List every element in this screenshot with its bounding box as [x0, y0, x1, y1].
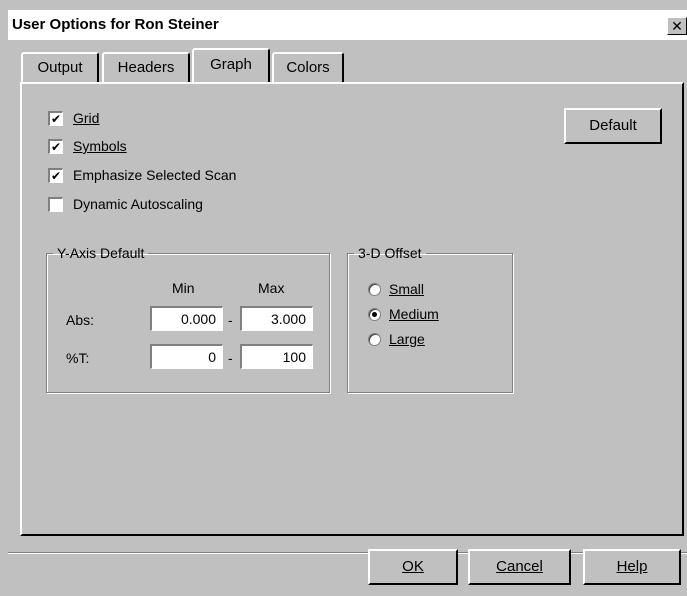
tab-graph[interactable]: Graph: [192, 48, 270, 82]
pct-t-label: %T:: [66, 350, 90, 366]
dynamic-autoscaling-checkbox-box[interactable]: [48, 196, 63, 212]
symbols-checkbox-box[interactable]: ✔: [48, 138, 63, 154]
symbols-checkbox[interactable]: ✔ Symbols: [48, 138, 127, 154]
emphasize-checkbox-label: Emphasize Selected Scan: [73, 167, 237, 183]
offset-large-radio-dot[interactable]: [368, 332, 381, 346]
offset-medium-radio-dot[interactable]: [368, 307, 381, 321]
cancel-button-label: Cancel: [496, 558, 543, 575]
yaxis-group-title: Y-Axis Default: [57, 245, 145, 261]
tab-colors[interactable]: Colors: [272, 52, 344, 82]
emphasize-checkbox-box[interactable]: ✔: [48, 167, 63, 183]
ok-button-label: OK: [402, 558, 424, 575]
dynamic-autoscaling-checkbox-label: Dynamic Autoscaling: [73, 196, 203, 212]
window-title: User Options for Ron Steiner: [12, 16, 219, 33]
cancel-button[interactable]: Cancel: [468, 549, 571, 585]
abs-min-field[interactable]: 0.000: [150, 306, 223, 331]
offset-large-label: Large: [389, 331, 425, 347]
dynamic-autoscaling-checkbox[interactable]: Dynamic Autoscaling: [48, 196, 203, 212]
default-button[interactable]: Default: [564, 108, 662, 144]
min-header: Min: [172, 280, 195, 296]
tab-graph-label: Graph: [210, 56, 252, 73]
pct-t-dash: -: [228, 350, 233, 366]
grid-checkbox[interactable]: ✔ Grid: [48, 110, 99, 126]
grid-checkbox-label: Grid: [73, 110, 100, 126]
offset-small-radio-dot[interactable]: [368, 282, 381, 296]
pct-t-min-field[interactable]: 0: [150, 344, 223, 369]
help-button-label: Help: [616, 558, 648, 575]
help-button[interactable]: Help: [583, 549, 681, 585]
close-icon: ✕: [671, 18, 683, 34]
abs-dash: -: [228, 312, 233, 328]
title-bar: User Options for Ron Steiner ✕: [8, 10, 687, 40]
abs-label: Abs:: [66, 312, 95, 328]
offset-small-radio[interactable]: Small: [368, 281, 424, 297]
grid-checkbox-box[interactable]: ✔: [48, 110, 63, 126]
close-button[interactable]: ✕: [667, 17, 687, 35]
default-button-label: Default: [589, 117, 637, 134]
offset-medium-radio[interactable]: Medium: [368, 306, 439, 322]
ok-button[interactable]: OK: [368, 549, 458, 585]
offset-group-title: 3-D Offset: [358, 245, 422, 261]
tab-output-label: Output: [37, 59, 83, 76]
emphasize-checkbox[interactable]: ✔ Emphasize Selected Scan: [48, 167, 236, 183]
tab-output[interactable]: Output: [21, 52, 99, 82]
max-header: Max: [258, 280, 285, 296]
offset-large-radio[interactable]: Large: [368, 331, 425, 347]
offset-small-label: Small: [389, 281, 425, 297]
symbols-checkbox-label: Symbols: [73, 138, 127, 154]
tab-headers[interactable]: Headers: [102, 52, 190, 82]
tab-headers-label: Headers: [117, 59, 175, 76]
offset-medium-label: Medium: [389, 306, 439, 322]
tab-colors-label: Colors: [286, 59, 330, 76]
pct-t-max-field[interactable]: 100: [240, 344, 313, 369]
abs-max-field[interactable]: 3.000: [240, 306, 313, 331]
